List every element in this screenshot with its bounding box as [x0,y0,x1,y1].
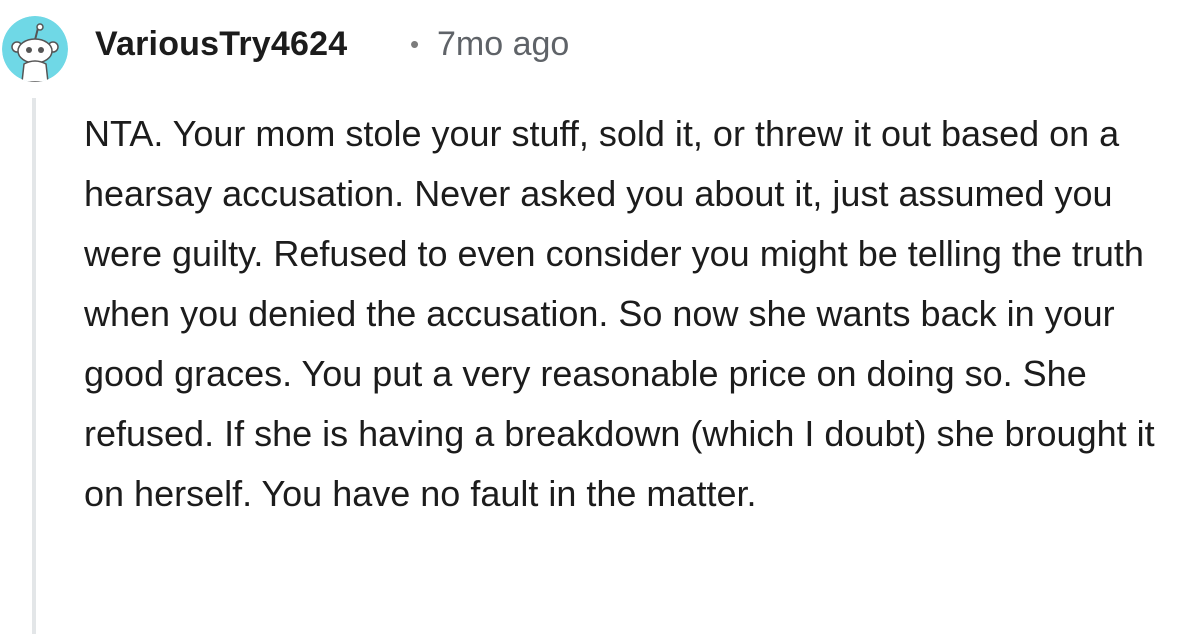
username[interactable]: VariousTry4624 [95,23,347,65]
avatar[interactable] [2,16,68,82]
thread-collapse-line[interactable] [32,98,36,634]
comment-body: NTA. Your mom stole your stuff, sold it,… [84,113,1155,514]
comment-header: VariousTry4624 • 7mo ago [0,0,1180,90]
reddit-snoo-avatar-icon [2,16,68,82]
meta-separator: • [410,29,420,59]
timestamp[interactable]: 7mo ago [437,23,569,65]
comment: VariousTry4624 • 7mo ago NTA. Your mom s… [0,0,1180,634]
